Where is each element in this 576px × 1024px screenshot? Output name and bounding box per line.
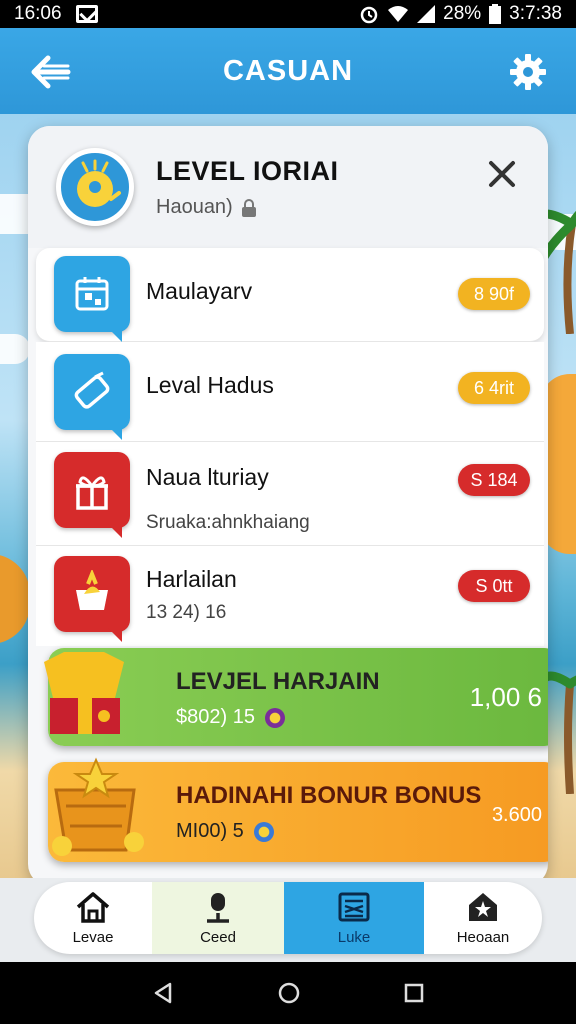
home-icon [76, 891, 110, 923]
nav-label: Ceed [200, 928, 236, 946]
banner-subtitle: MI00) 5 [176, 820, 274, 843]
back-arrow-icon[interactable] [28, 52, 72, 92]
nav-label: Levae [72, 928, 114, 946]
nav-profile[interactable]: Heoaan [424, 882, 542, 954]
level-banner[interactable]: LEVJEL HARJAIN $802) 15 1,00 6 [44, 648, 548, 746]
home-circle-icon[interactable] [277, 981, 301, 1005]
umbrella-shape [0, 554, 30, 644]
banner-title: LEVJEL HARJAIN [176, 668, 380, 695]
battery-percent: 28% [443, 3, 482, 24]
status-left-text: 16:06 [14, 3, 62, 24]
list-item[interactable]: Leval Hadus 6 4rit [36, 342, 544, 442]
list-item[interactable]: Harlailan 13 24) 16 S 0tt [36, 546, 544, 646]
card-title: LEVEL IORIAI [156, 156, 339, 186]
banner-value: 3.600 [491, 804, 542, 826]
list-item[interactable]: Maulayarv 8 90f [36, 248, 544, 342]
page-title: CASUAN [222, 54, 354, 87]
house-star-icon [469, 892, 497, 921]
clock: 3:7:38 [509, 3, 562, 24]
row-label: Leval Hadus [146, 372, 274, 398]
microphone-icon [207, 892, 229, 923]
value-badge: S 184 [458, 464, 530, 496]
nav-label: Heoaan [456, 928, 510, 946]
mascot-icon [77, 159, 121, 207]
gear-icon[interactable] [508, 52, 548, 92]
lock-icon [241, 198, 256, 217]
nav-label: Luke [337, 928, 371, 946]
banner-subtitle: $802) 15 [176, 706, 285, 729]
card-subtitle: Haouan) [156, 196, 257, 219]
level-card: LEVEL IORIAI Haouan) Maulayarv 8 90f Lev… [28, 126, 548, 886]
app-header: CASUAN [0, 28, 576, 114]
back-triangle-icon[interactable] [152, 982, 174, 1004]
row-label: Maulayarv [146, 278, 253, 304]
row-label: Harlailan [146, 566, 237, 592]
alarm-icon [360, 6, 378, 24]
bottom-navigation: Levae Ceed Luke Heoaan [0, 878, 576, 962]
nav-home[interactable]: Levae [34, 882, 152, 954]
card-header: LEVEL IORIAI Haouan) [28, 126, 548, 248]
basket-icon [54, 556, 130, 642]
close-icon[interactable] [486, 158, 518, 190]
mail-icon [75, 5, 98, 23]
globe-coin-icon [253, 821, 274, 842]
battery-icon [489, 4, 502, 24]
signal-icon [417, 5, 436, 23]
nav-luke[interactable]: Luke [284, 882, 424, 954]
gift-icon [54, 452, 130, 538]
banner-value: 1,00 6 [469, 682, 542, 712]
banner-title: HADINAHI BONUR BONUS [176, 782, 482, 809]
row-sublabel: Sruaka:ahnkhaiang [146, 512, 310, 533]
newspaper-icon [338, 892, 370, 921]
bonus-banner[interactable]: HADINAHI BONUR BONUS MI00) 5 3.600 [48, 757, 548, 862]
nav-card[interactable]: Ceed [152, 882, 284, 954]
row-sublabel: 13 24) 16 [146, 602, 227, 623]
list-item[interactable]: Naua lturiay Sruaka:ahnkhaiang S 184 [36, 442, 544, 546]
avatar [56, 148, 134, 226]
value-badge: 6 4rit [458, 372, 530, 404]
status-bar: 16:06 28% 3:7:38 [0, 0, 576, 28]
gem-icon [264, 707, 285, 728]
value-badge: 8 90f [458, 278, 530, 310]
row-label: Naua lturiay [146, 464, 269, 490]
calendar-icon [54, 256, 130, 342]
treasure-chest-icon [44, 652, 124, 734]
value-badge: S 0tt [458, 570, 530, 602]
system-navigation-bar [0, 962, 576, 1024]
wifi-icon [388, 6, 409, 22]
recents-square-icon[interactable] [404, 983, 424, 1003]
treasure-basket-icon [52, 757, 144, 856]
ticket-icon [54, 354, 130, 440]
